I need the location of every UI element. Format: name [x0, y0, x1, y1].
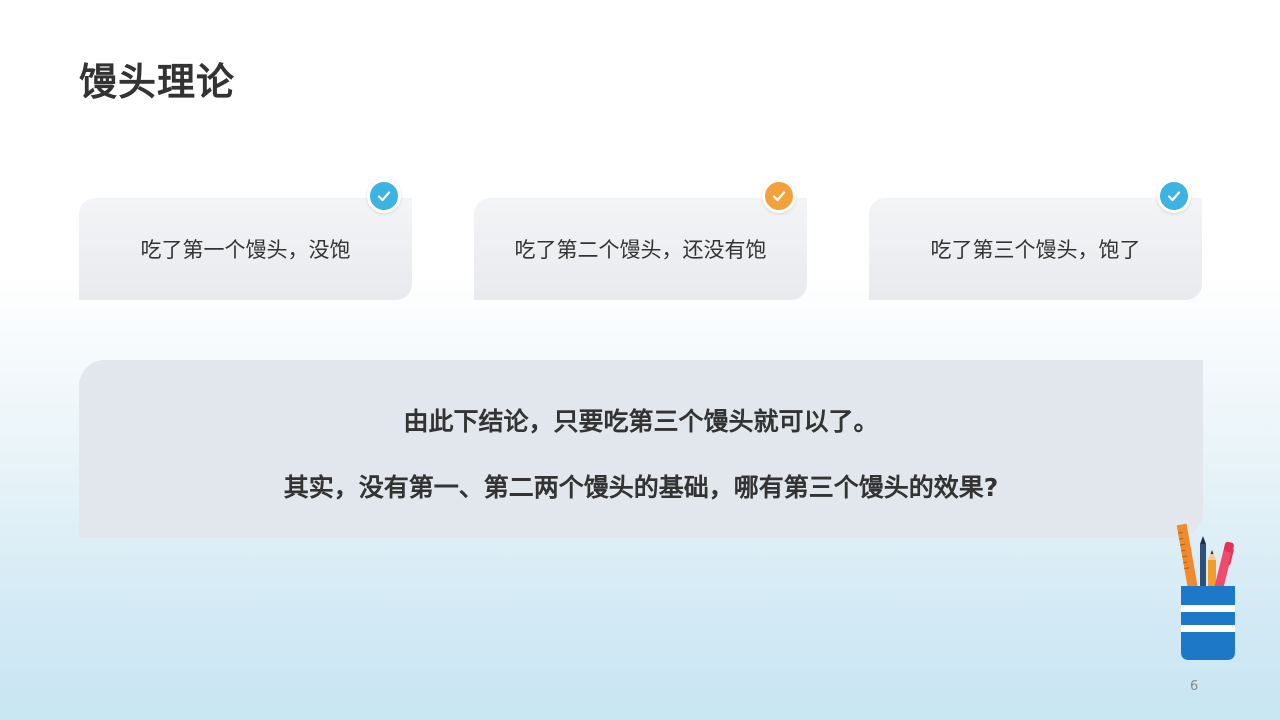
conclusion-box: 由此下结论，只要吃第三个馒头就可以了。 其实，没有第一、第二两个馒头的基础，哪有… — [79, 360, 1203, 538]
pen-holder-icon — [1176, 523, 1235, 660]
page-number: 6 — [1190, 679, 1199, 694]
conclusion-line-2: 其实，没有第一、第二两个馒头的基础，哪有第三个馒头的效果? — [283, 473, 999, 502]
card-second-bun-text: 吃了第二个馒头，还没有饱 — [514, 238, 767, 262]
card-first-bun-text: 吃了第一个馒头，没饱 — [140, 238, 351, 262]
check-icon — [1157, 179, 1191, 213]
card-second-bun: 吃了第二个馒头，还没有饱 — [474, 179, 807, 300]
card-third-bun-text: 吃了第三个馒头，饱了 — [930, 238, 1141, 262]
slide-title: 馒头理论 — [79, 60, 236, 104]
card-third-bun: 吃了第三个馒头，饱了 — [869, 179, 1202, 300]
card-first-bun: 吃了第一个馒头，没饱 — [79, 179, 412, 300]
conclusion-line-1: 由此下结论，只要吃第三个馒头就可以了。 — [403, 407, 879, 436]
check-icon — [367, 179, 401, 213]
check-icon — [762, 179, 796, 213]
